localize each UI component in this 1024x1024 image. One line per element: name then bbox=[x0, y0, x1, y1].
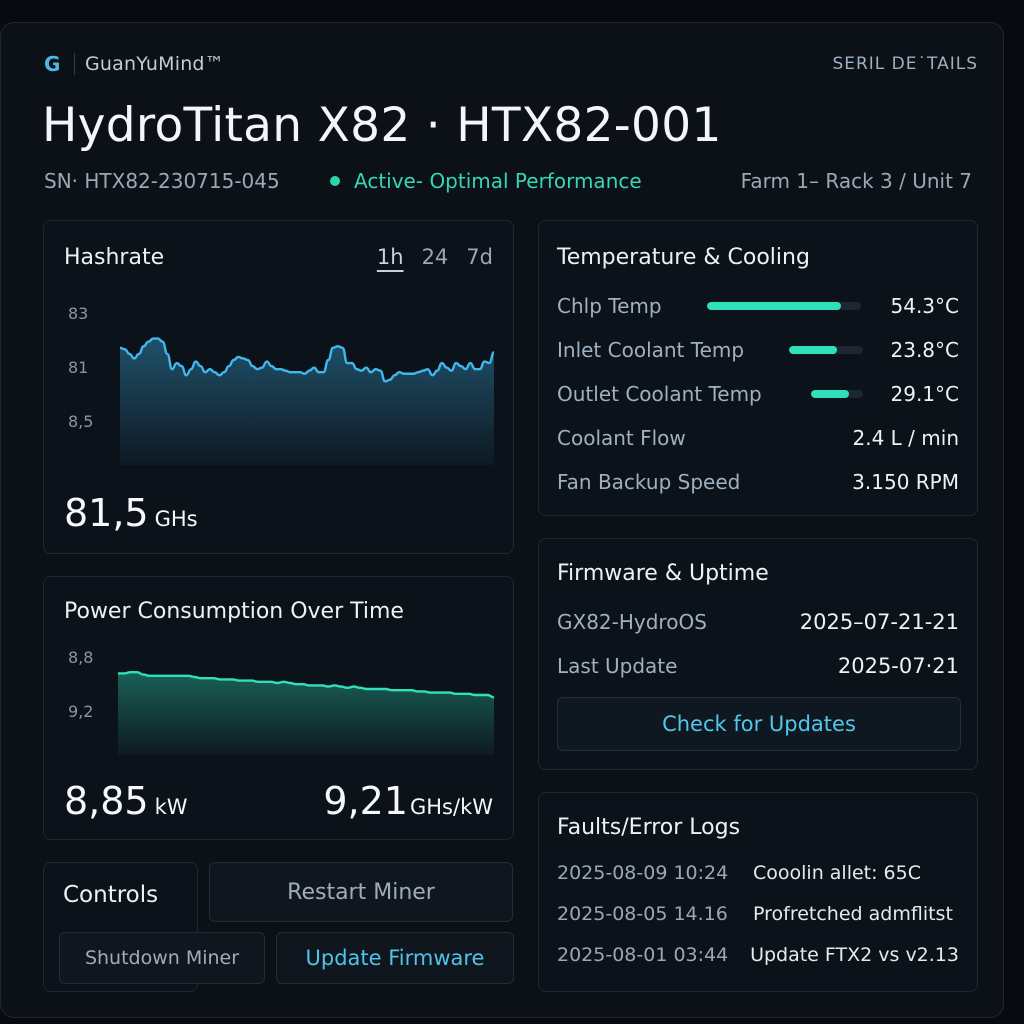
temp-label: Chlp Temp bbox=[557, 294, 662, 318]
temp-bar-fill bbox=[707, 302, 841, 310]
log-timestamp: 2025-08-09 10:24 bbox=[557, 862, 729, 884]
controls-title: Controls bbox=[63, 882, 159, 908]
log-row: 2025-08-09 10:24 Cooolin allet: 65C bbox=[557, 859, 959, 887]
temp-row-chip: Chlp Temp 54.3°C bbox=[557, 291, 959, 321]
power-unit: kW bbox=[154, 795, 188, 819]
temperature-card: Temperature & Cooling Chlp Temp 54.3°C I… bbox=[538, 220, 978, 516]
temp-label: Fan Backup Speed bbox=[557, 470, 741, 494]
hashrate-y-tick-label: 81 bbox=[68, 358, 88, 377]
serial-details-link[interactable]: SERIL DE˙TAILS bbox=[832, 54, 978, 74]
log-message: Cooolin allet: 65C bbox=[753, 862, 922, 884]
faults-title: Faults/Error Logs bbox=[557, 815, 741, 840]
location: Farm 1– Rack 3 / Unit 7 bbox=[740, 169, 972, 193]
hashrate-y-tick-label: 8,5 bbox=[68, 412, 93, 431]
temp-bar bbox=[789, 346, 863, 354]
temp-label: Outlet Coolant Temp bbox=[557, 382, 762, 406]
firmware-version-row: GX82-HydroOS 2025–07-21-21 bbox=[557, 607, 959, 637]
log-message: Update FTX2 vs v2.13 bbox=[750, 944, 959, 966]
controls-card: Controls Restart Miner Shutdown Miner Up… bbox=[43, 862, 514, 992]
serial-number: SN· HTX82-230715-045 bbox=[44, 169, 280, 193]
temp-value: 29.1°C bbox=[890, 382, 960, 406]
hashrate-value: 81,5 GHs bbox=[64, 491, 198, 535]
firmware-version-value: 2025–07-21-21 bbox=[799, 610, 959, 634]
last-update-label: Last Update bbox=[557, 654, 678, 678]
power-value: 8,85 kW bbox=[64, 779, 188, 823]
update-firmware-button[interactable]: Update Firmware bbox=[276, 932, 514, 984]
shutdown-miner-button[interactable]: Shutdown Miner bbox=[59, 932, 265, 984]
efficiency-value: 9,21GHs/kW bbox=[323, 779, 493, 823]
brand: G GuanYuMind™ bbox=[44, 52, 224, 76]
temp-bar bbox=[707, 302, 861, 310]
efficiency-unit: GHs/kW bbox=[409, 795, 493, 819]
power-y-tick-label: 8,8 bbox=[68, 648, 93, 667]
hashrate-y-tick-label: 83 bbox=[68, 304, 88, 323]
log-row: 2025-08-05 14.16 Profretched admflitst bbox=[557, 900, 959, 928]
faults-card: Faults/Error Logs 2025-08-09 10:24 Coool… bbox=[538, 792, 978, 992]
log-message: Profretched admflitst bbox=[753, 903, 953, 925]
power-y-tick-label: 9,2 bbox=[68, 702, 93, 721]
temp-row-fan: Fan Backup Speed 3.150 RPM bbox=[557, 467, 959, 497]
firmware-title: Firmware & Uptime bbox=[557, 561, 769, 586]
temp-label: Inlet Coolant Temp bbox=[557, 338, 745, 362]
power-card: Power Consumption Over Time 8,8 9,2 8,85 k… bbox=[43, 576, 514, 840]
firmware-card: Firmware & Uptime GX82-HydroOS 2025–07-2… bbox=[538, 538, 978, 770]
check-updates-button[interactable]: Check for Updates bbox=[557, 697, 961, 751]
temp-bar bbox=[811, 390, 863, 398]
brand-divider bbox=[74, 53, 75, 75]
log-timestamp: 2025-08-05 14.16 bbox=[557, 903, 728, 925]
page-title: HydroTitan X82 · HTX82-001 bbox=[42, 98, 722, 153]
temp-value: 3.150 RPM bbox=[852, 470, 959, 494]
power-number: 8,85 bbox=[64, 779, 149, 823]
hashrate-area-fill bbox=[120, 338, 494, 465]
temp-bar-fill bbox=[811, 390, 850, 398]
temp-value: 2.4 L / min bbox=[852, 426, 959, 450]
temp-label: Coolant Flow bbox=[557, 426, 686, 450]
hashrate-card: Hashrate 1h 24 7d 83 81 8,5 81,5 GHs bbox=[43, 220, 514, 554]
temp-bar-fill bbox=[789, 346, 838, 354]
efficiency-number: 9,21 bbox=[323, 779, 408, 823]
temp-row-flow: Coolant Flow 2.4 L / min bbox=[557, 423, 959, 453]
firmware-version-label: GX82-HydroOS bbox=[557, 610, 707, 634]
last-update-row: Last Update 2025-07·21 bbox=[557, 651, 959, 681]
brand-logo-icon: G bbox=[44, 52, 61, 76]
brand-name: GuanYuMind™ bbox=[85, 53, 224, 75]
restart-miner-button[interactable]: Restart Miner bbox=[209, 862, 513, 922]
temp-row-inlet: Inlet Coolant Temp 23.8°C bbox=[557, 335, 959, 365]
status-badge: Active- Optimal Performance bbox=[330, 168, 642, 194]
status-dot-icon bbox=[330, 176, 340, 186]
temp-value: 23.8°C bbox=[890, 338, 960, 362]
temp-value: 54.3°C bbox=[890, 294, 960, 318]
log-row: 2025-08-01 03:44 Update FTX2 vs v2.13 bbox=[557, 941, 959, 969]
hashrate-number: 81,5 bbox=[64, 491, 149, 535]
log-timestamp: 2025-08-01 03:44 bbox=[557, 944, 729, 966]
status-text: Active- Optimal Performance bbox=[354, 169, 642, 193]
temperature-title: Temperature & Cooling bbox=[557, 245, 810, 270]
temp-row-outlet: Outlet Coolant Temp 29.1°C bbox=[557, 379, 959, 409]
hashrate-unit: GHs bbox=[154, 507, 198, 531]
last-update-value: 2025-07·21 bbox=[837, 654, 959, 678]
